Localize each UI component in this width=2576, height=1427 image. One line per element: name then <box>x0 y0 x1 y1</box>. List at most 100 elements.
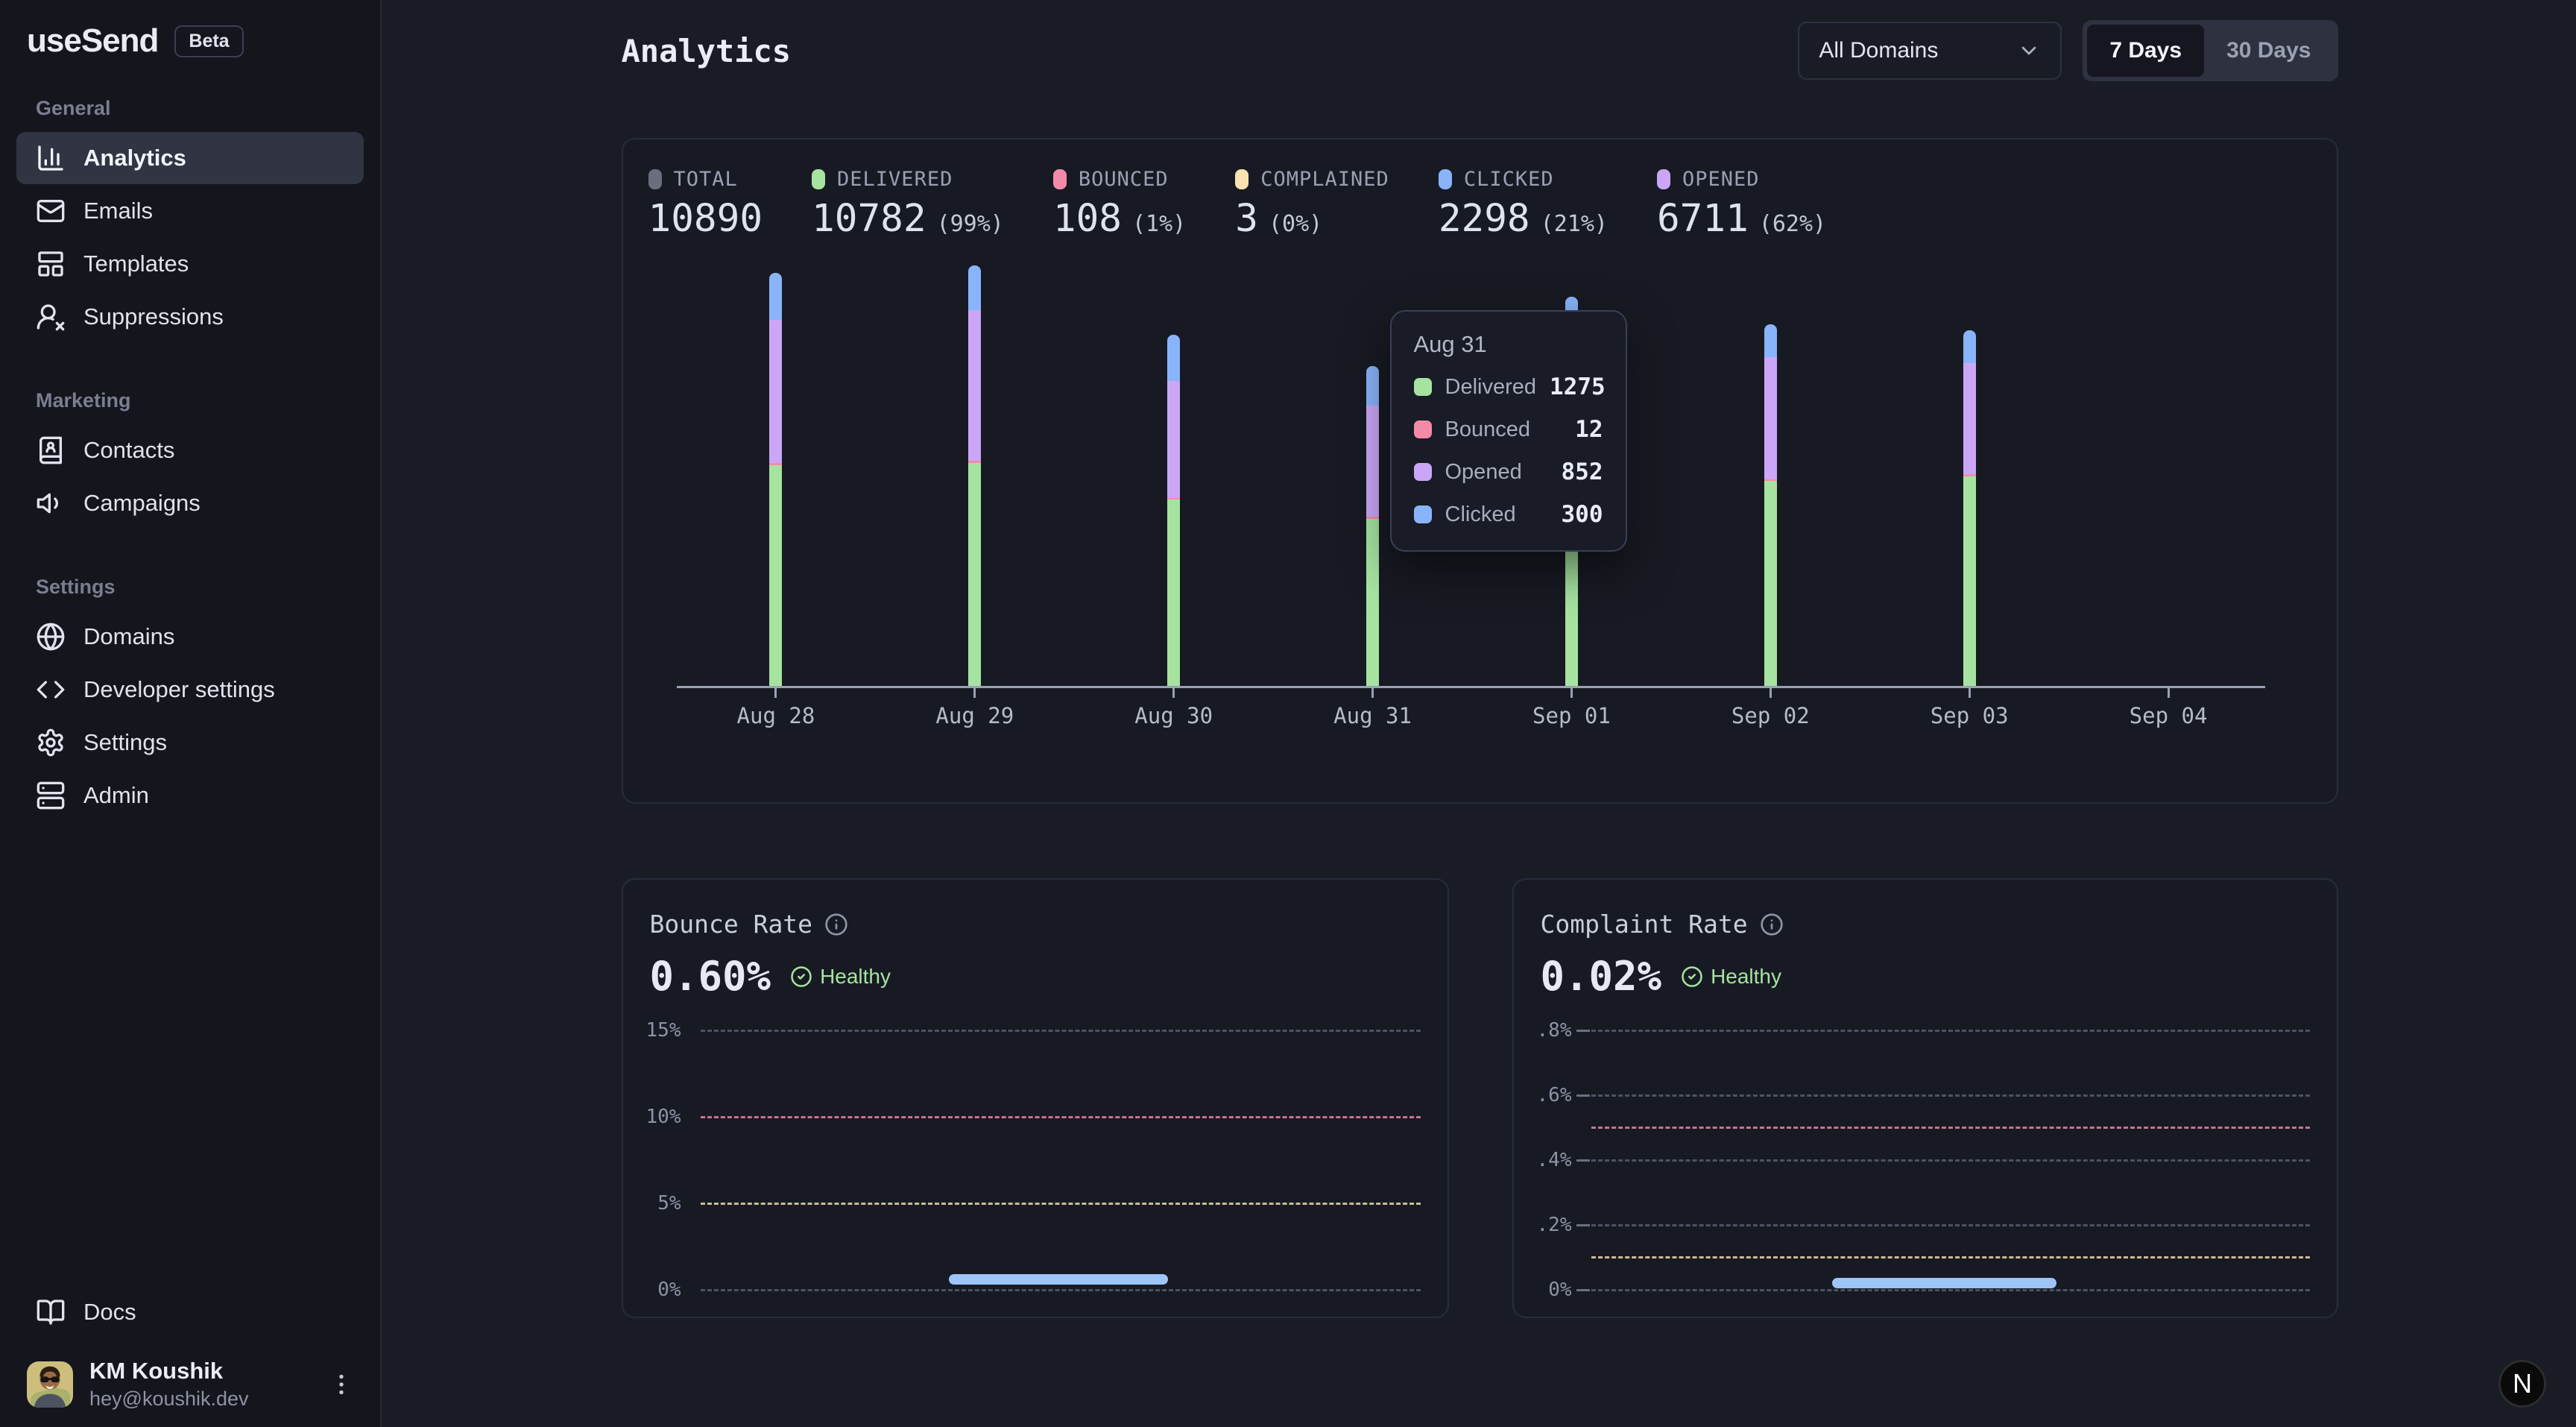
tooltip-label: Clicked <box>1445 503 1548 527</box>
user-email: hey@koushik.dev <box>89 1387 309 1411</box>
x-axis <box>677 686 2265 688</box>
bar-aug-29-delivered[interactable] <box>968 463 981 686</box>
tooltip-label: Opened <box>1445 460 1548 485</box>
user-x-icon <box>36 302 66 332</box>
bar-aug-28-delivered[interactable] <box>769 465 782 686</box>
y-axis-tick <box>1576 1159 1590 1162</box>
bar-aug-28-opened[interactable] <box>769 320 782 463</box>
x-axis-tick <box>2168 688 2170 698</box>
complaint-rate-card: Complaint Rate 0.02% Healthy .8%.6%.4%.2… <box>1512 878 2338 1318</box>
sidebar-item-developer-settings[interactable]: Developer settings <box>16 664 364 716</box>
range-option-7-days[interactable]: 7 Days <box>2087 25 2204 77</box>
bar-sep-03-bounced[interactable] <box>1963 474 1976 476</box>
tooltip-row-opened: Opened852 <box>1414 459 1603 485</box>
sidebar-item-templates[interactable]: Templates <box>16 238 364 290</box>
nextjs-badge[interactable]: N <box>2498 1360 2546 1408</box>
bar-sep-03-opened[interactable] <box>1963 363 1976 474</box>
docs-label: Docs <box>83 1299 136 1326</box>
sidebar-item-campaigns[interactable]: Campaigns <box>16 477 364 529</box>
x-axis-label: Sep 03 <box>1931 703 2009 728</box>
y-axis-label: 15% <box>623 1019 681 1042</box>
sidebar-item-admin[interactable]: Admin <box>16 769 364 822</box>
dots-vertical-icon <box>328 1371 355 1398</box>
y-axis-label: 0% <box>1514 1279 1572 1301</box>
threshold-line <box>701 1203 1421 1205</box>
sidebar-item-label: Contacts <box>83 437 174 464</box>
bar-aug-30-opened[interactable] <box>1167 381 1180 498</box>
section-label-marketing: Marketing <box>36 389 364 412</box>
sidebar-item-emails[interactable]: Emails <box>16 185 364 237</box>
sidebar-item-domains[interactable]: Domains <box>16 611 364 663</box>
book-open-icon <box>36 1297 66 1327</box>
bar-aug-30-delivered[interactable] <box>1167 500 1180 686</box>
bounce-rate-card: Bounce Rate 0.60% Healthy 15%10%5%0% <box>622 878 1449 1318</box>
bar-sep-02-bounced[interactable] <box>1764 479 1777 482</box>
tooltip-value: 300 <box>1562 501 1603 528</box>
x-axis-label: Aug 31 <box>1333 703 1412 728</box>
section-label-settings: Settings <box>36 576 364 599</box>
range-option-30-days[interactable]: 30 Days <box>2204 25 2333 77</box>
user-meta: KM Koushik hey@koushik.dev <box>89 1358 309 1411</box>
sidebar-item-label: Admin <box>83 782 149 809</box>
sidebar-nav: GeneralAnalyticsEmailsTemplatesSuppressi… <box>0 97 380 822</box>
threshold-line <box>701 1116 1421 1118</box>
sidebar-item-contacts[interactable]: Contacts <box>16 424 364 476</box>
sidebar: useSend Beta GeneralAnalyticsEmailsTempl… <box>0 0 382 1427</box>
grid-line <box>1591 1289 2310 1291</box>
sidebar-item-docs[interactable]: Docs <box>16 1288 364 1337</box>
bar-aug-29-opened[interactable] <box>968 310 981 461</box>
x-axis-tick <box>1570 688 1573 698</box>
sidebar-item-suppressions[interactable]: Suppressions <box>16 291 364 343</box>
mail-icon <box>36 196 66 226</box>
bar-aug-30-clicked[interactable] <box>1167 335 1180 381</box>
domain-filter-select[interactable]: All Domains <box>1798 22 2062 80</box>
bar-sep-02-opened[interactable] <box>1764 357 1777 479</box>
bar-aug-31-clicked[interactable] <box>1366 366 1379 406</box>
bar-sep-03-clicked[interactable] <box>1963 330 1976 363</box>
domain-filter-value: All Domains <box>1819 38 1938 63</box>
y-axis-label: .6% <box>1514 1084 1572 1106</box>
bar-aug-31-delivered[interactable] <box>1366 519 1379 686</box>
sidebar-item-label: Analytics <box>83 145 186 171</box>
sidebar-item-label: Suppressions <box>83 303 224 330</box>
bar-aug-31-opened[interactable] <box>1366 406 1379 517</box>
chevron-down-icon <box>2017 39 2041 63</box>
bar-aug-29-clicked[interactable] <box>968 265 981 310</box>
threshold-line <box>1591 1256 2310 1259</box>
y-axis-tick <box>1576 1094 1590 1097</box>
sidebar-item-settings[interactable]: Settings <box>16 716 364 769</box>
overview-card: TOTAL10890DELIVERED10782(99%)BOUNCED108(… <box>622 138 2338 804</box>
user-menu-button[interactable] <box>325 1362 358 1407</box>
chart-column-icon <box>36 143 66 173</box>
bar-aug-31-bounced[interactable] <box>1366 517 1379 518</box>
logo-row: useSend Beta <box>0 0 380 60</box>
bar-aug-28-bounced[interactable] <box>769 463 782 465</box>
bar-aug-28-clicked[interactable] <box>769 273 782 320</box>
complaint-rate-line[interactable] <box>1832 1278 2056 1288</box>
server-icon <box>36 781 66 810</box>
book-open-icon <box>36 1297 66 1327</box>
x-axis-label: Aug 29 <box>935 703 1014 728</box>
bounce-rate-chart: 15%10%5%0% <box>623 880 1448 1317</box>
x-axis-tick <box>1371 688 1374 698</box>
bounce-rate-line[interactable] <box>949 1274 1169 1285</box>
x-axis-tick <box>973 688 976 698</box>
bar-aug-29-bounced[interactable] <box>968 461 981 463</box>
tooltip-row-delivered: Delivered1275 <box>1414 374 1603 400</box>
bar-sep-02-delivered[interactable] <box>1764 481 1777 686</box>
layout-panel-icon <box>36 249 66 279</box>
bar-sep-03-delivered[interactable] <box>1963 476 1976 686</box>
sidebar-item-label: Domains <box>83 623 174 650</box>
tooltip-row-bounced: Bounced12 <box>1414 416 1603 443</box>
sidebar-item-analytics[interactable]: Analytics <box>16 132 364 184</box>
y-axis-label: .8% <box>1514 1019 1572 1042</box>
book-user-icon <box>36 435 66 465</box>
user-menu[interactable]: KM Koushik hey@koushik.dev <box>16 1358 364 1411</box>
bar-sep-02-clicked[interactable] <box>1764 324 1777 357</box>
page-title: Analytics <box>622 33 792 69</box>
grid-line <box>1591 1224 2310 1226</box>
bar-aug-30-bounced[interactable] <box>1167 498 1180 500</box>
header-controls: All Domains 7 Days30 Days <box>1798 20 2337 81</box>
grid-line <box>701 1289 1421 1291</box>
grid-line <box>1591 1030 2310 1032</box>
